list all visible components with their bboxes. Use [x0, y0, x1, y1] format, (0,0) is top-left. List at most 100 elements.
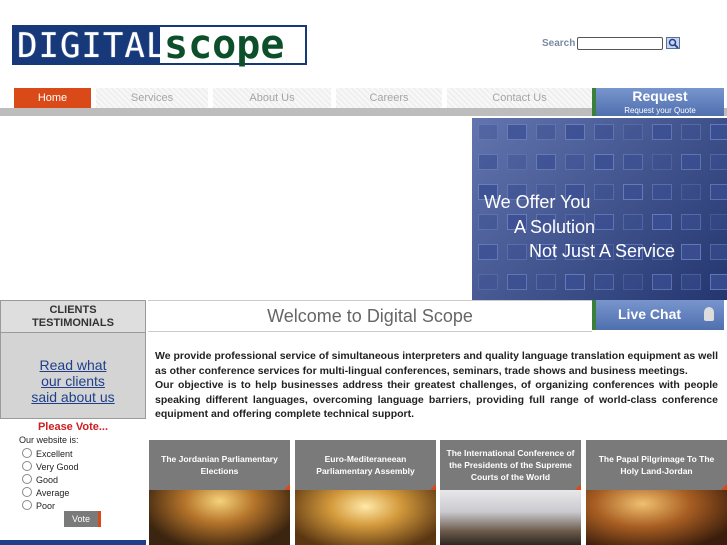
- nav-careers[interactable]: Careers: [336, 88, 442, 108]
- banner-tile: [652, 184, 672, 200]
- event-card-title[interactable]: The Papal Pilgrimage To The Holy Land-Jo…: [586, 440, 727, 490]
- testimonials-heading-line1: CLIENTS: [49, 304, 97, 316]
- banner-tile: [710, 184, 727, 200]
- banner-tile: [507, 124, 527, 140]
- banner-tile: [652, 124, 672, 140]
- hero-banner: We Offer You A Solution Not Just A Servi…: [472, 118, 727, 300]
- left-column-bottom-bar: [0, 540, 146, 545]
- poll-option-label: Average: [36, 488, 70, 498]
- page-title: Welcome to Digital Scope: [267, 306, 473, 326]
- poll-option[interactable]: Good: [22, 474, 58, 485]
- poll-option-label: Poor: [36, 501, 56, 511]
- testimonials-heading: CLIENTS TESTIMONIALS: [1, 301, 145, 333]
- banner-tile: [623, 184, 643, 200]
- testimonials-heading-line2: TESTIMONIALS: [32, 317, 114, 329]
- request-title: Request: [632, 88, 688, 104]
- event-card-image[interactable]: [295, 490, 436, 545]
- intro-text: We provide professional service of simul…: [155, 349, 718, 422]
- poll-option-label: Excellent: [36, 449, 73, 459]
- banner-tile: [681, 214, 701, 230]
- nav-services[interactable]: Services: [96, 88, 208, 108]
- radio-icon[interactable]: [22, 500, 32, 510]
- banner-tile: [594, 184, 614, 200]
- banner-tile: [594, 154, 614, 170]
- banner-tile: [594, 274, 614, 290]
- testimonials-link[interactable]: Read what our clients said about us: [1, 357, 145, 405]
- banner-tile: [710, 274, 727, 290]
- poll-option[interactable]: Poor: [22, 500, 55, 511]
- intro-paragraph-2: Our objective is to help businesses addr…: [155, 379, 718, 420]
- site-logo[interactable]: DIGITAL scope: [12, 22, 307, 68]
- banner-tile: [710, 244, 727, 260]
- banner-tile: [565, 124, 585, 140]
- banner-tile: [623, 274, 643, 290]
- intro-paragraph-1: We provide professional service of simul…: [155, 350, 718, 377]
- poll-question: Our website is:: [19, 435, 79, 445]
- nav-about-us[interactable]: About Us: [213, 88, 331, 108]
- testimonials-link-line1[interactable]: Read what: [1, 357, 145, 373]
- nav-contact-us[interactable]: Contact Us: [447, 88, 592, 108]
- radio-icon[interactable]: [22, 487, 32, 497]
- banner-tile: [478, 244, 498, 260]
- event-card-title[interactable]: The Jordanian Parliamentary Elections: [149, 440, 290, 490]
- search-label: Search: [542, 38, 576, 49]
- request-quote-button[interactable]: Request Request your Quote: [592, 88, 724, 116]
- testimonials-link-line3[interactable]: said about us: [1, 389, 145, 405]
- banner-tile: [478, 154, 498, 170]
- banner-tile: [681, 274, 701, 290]
- testimonials-box: CLIENTS TESTIMONIALS Read what our clien…: [0, 300, 146, 419]
- banner-tile: [623, 214, 643, 230]
- logo-digital: DIGITAL: [12, 25, 166, 66]
- poll-title: Please Vote...: [37, 421, 109, 433]
- banner-tile: [507, 244, 527, 260]
- banner-tile: [710, 154, 727, 170]
- search-icon: [668, 38, 679, 49]
- poll-option[interactable]: Excellent: [22, 448, 73, 459]
- banner-tile: [652, 214, 672, 230]
- live-chat-label: Live Chat: [618, 306, 682, 322]
- banner-tile: [623, 154, 643, 170]
- radio-icon[interactable]: [22, 448, 32, 458]
- vote-button[interactable]: Vote: [64, 511, 101, 527]
- event-card[interactable]: Euro-Mediteraneean Parliamentary Assembl…: [295, 440, 436, 545]
- event-card-title[interactable]: The International Conference of the Pres…: [440, 440, 581, 490]
- radio-icon[interactable]: [22, 461, 32, 471]
- banner-tile: [507, 274, 527, 290]
- banner-tile: [594, 214, 614, 230]
- logo-text-scope: scope: [164, 22, 285, 68]
- main-nav: Home Services About Us Careers Contact U…: [14, 88, 592, 108]
- testimonials-link-line2[interactable]: our clients: [1, 373, 145, 389]
- event-card-title[interactable]: Euro-Mediteraneean Parliamentary Assembl…: [295, 440, 436, 490]
- banner-line-1: We Offer You: [484, 192, 591, 212]
- poll-option-label: Very Good: [36, 462, 79, 472]
- banner-line-3: Not Just A Service: [529, 241, 676, 261]
- poll-option[interactable]: Very Good: [22, 461, 79, 472]
- search-input[interactable]: [577, 37, 663, 50]
- poll-option-label: Good: [36, 475, 59, 485]
- event-card-image[interactable]: [586, 490, 727, 545]
- banner-tile: [536, 154, 556, 170]
- event-card[interactable]: The International Conference of the Pres…: [440, 440, 581, 545]
- poll-option[interactable]: Average: [22, 487, 69, 498]
- banner-tile: [507, 154, 527, 170]
- banner-tile: [565, 154, 585, 170]
- nav-home[interactable]: Home: [14, 88, 91, 108]
- banner-tile: [478, 124, 498, 140]
- banner-tile: [536, 274, 556, 290]
- event-card-image[interactable]: [149, 490, 290, 545]
- banner-tile: [565, 274, 585, 290]
- search-button[interactable]: [666, 37, 680, 49]
- banner-tile: [681, 244, 701, 260]
- event-card[interactable]: The Papal Pilgrimage To The Holy Land-Jo…: [586, 440, 727, 545]
- banner-tile: [652, 274, 672, 290]
- logo-scope: scope: [160, 22, 307, 68]
- radio-icon[interactable]: [22, 474, 32, 484]
- logo-text-digital: DIGITAL: [17, 26, 168, 66]
- banner-tile: [681, 184, 701, 200]
- banner-line-2: A Solution: [514, 217, 596, 237]
- live-chat-button[interactable]: Live Chat: [592, 300, 724, 330]
- banner-tile: [681, 154, 701, 170]
- banner-tile: [594, 124, 614, 140]
- event-card-image[interactable]: [440, 490, 581, 545]
- event-card[interactable]: The Jordanian Parliamentary Elections: [149, 440, 290, 545]
